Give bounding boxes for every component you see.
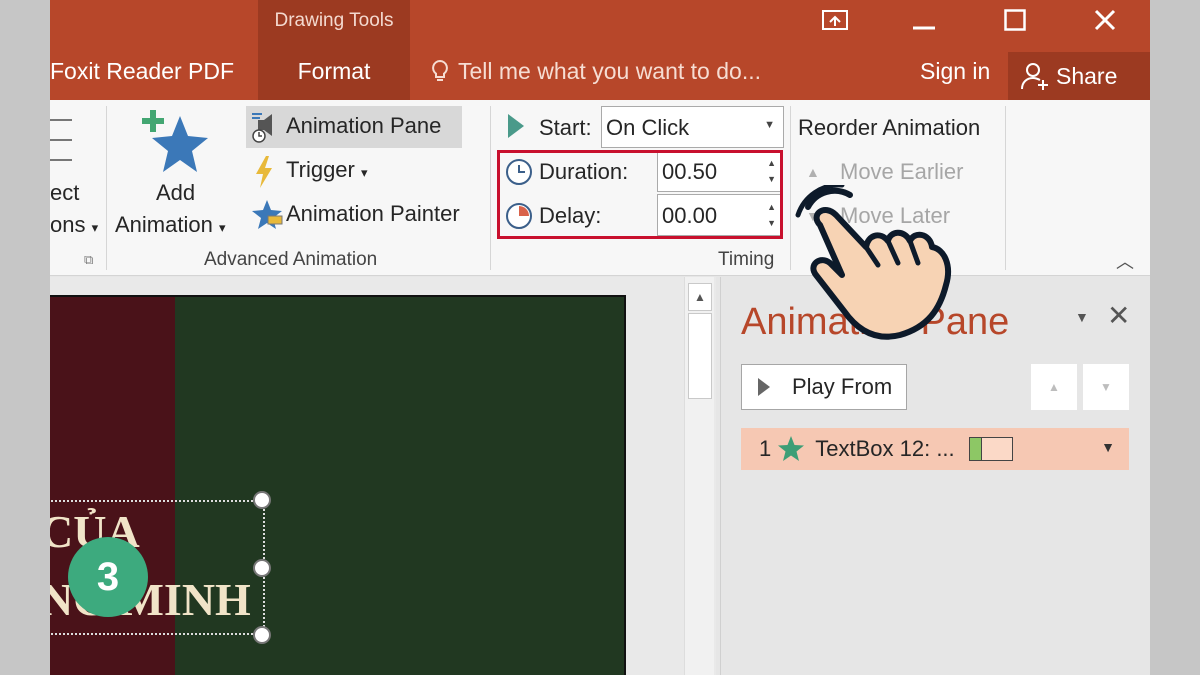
- animation-painter-icon: [252, 200, 283, 229]
- resize-handle[interactable]: [253, 559, 271, 577]
- ribbon: ect ons ▾ ⧉ Add Animation ▾ Animation Pa…: [50, 100, 1150, 276]
- play-from-button[interactable]: Play From: [741, 364, 907, 410]
- chevron-down-icon: ▼: [764, 119, 775, 131]
- animation-painter-button[interactable]: Animation Painter: [246, 194, 486, 236]
- tab-foxit-reader-pdf[interactable]: Foxit Reader PDF: [50, 58, 234, 85]
- timing-bar[interactable]: [968, 437, 1013, 461]
- pane-close-icon[interactable]: ✕: [1107, 299, 1130, 332]
- effect-options-label: ons: [50, 212, 86, 237]
- trigger-button[interactable]: Trigger ▾: [246, 150, 386, 192]
- play-from-label: Play From: [792, 374, 893, 399]
- resize-handle[interactable]: [253, 626, 271, 644]
- dialog-launcher-icon[interactable]: ⧉: [84, 252, 93, 268]
- animation-pane-button[interactable]: Animation Pane: [246, 106, 462, 148]
- group-separator: [1005, 106, 1006, 270]
- close-icon: [1094, 9, 1116, 31]
- start-label: Start:: [539, 115, 592, 140]
- trigger-text: Trigger: [286, 157, 355, 182]
- start-select[interactable]: On Click ▼: [601, 106, 784, 148]
- share-person-icon: [1021, 63, 1048, 90]
- reorder-animation-title: Reorder Animation: [798, 115, 981, 140]
- lightbulb-icon: [432, 59, 448, 81]
- share-button[interactable]: Share: [1008, 52, 1150, 100]
- powerpoint-window: Drawing Tools Foxit Reader PDF Format Te…: [50, 0, 1150, 675]
- tab-format[interactable]: Format: [258, 58, 410, 85]
- arrow-up-icon: ▲: [694, 290, 706, 304]
- tell-me-search[interactable]: Tell me what you want to do...: [430, 58, 761, 85]
- pane-options-icon[interactable]: ▼: [1075, 309, 1089, 325]
- scroll-up-button[interactable]: ▲: [688, 283, 712, 311]
- effect-options-line2[interactable]: ons ▾: [50, 212, 98, 238]
- maximize-icon: [1004, 9, 1026, 31]
- item-number: 1: [759, 436, 772, 461]
- ribbon-display-icon: [822, 10, 848, 30]
- timing-bar-fill: [969, 438, 983, 460]
- add-animation-button[interactable]: Add Animation ▾: [114, 106, 244, 246]
- group-separator: [490, 106, 491, 270]
- vertical-scrollbar[interactable]: ▲: [684, 277, 714, 675]
- animation-list-item[interactable]: 1 TextBox 12: ... ▼: [741, 428, 1129, 470]
- item-dropdown-icon[interactable]: ▼: [1101, 439, 1115, 455]
- move-down-button[interactable]: ▼: [1083, 364, 1129, 410]
- advanced-animation-group-label: Advanced Animation: [204, 249, 378, 270]
- step-badge: 3: [68, 537, 148, 617]
- slide-canvas[interactable]: CỦA NG MINH 3: [50, 295, 626, 675]
- maximize-button[interactable]: [995, 4, 1035, 36]
- arrow-down-icon: ▼: [1100, 380, 1112, 394]
- add-star-icon: [142, 110, 208, 172]
- add-animation-line1: Add: [156, 180, 196, 205]
- sign-in-link[interactable]: Sign in: [920, 58, 990, 85]
- group-separator: [106, 106, 107, 270]
- title-bar: Drawing Tools Foxit Reader PDF Format Te…: [50, 0, 1150, 100]
- arrow-up-icon: ▲: [1048, 380, 1060, 394]
- chevron-down-icon: ▾: [218, 220, 226, 235]
- move-earlier-icon: ▲: [806, 164, 820, 180]
- ribbon-display-options-button[interactable]: [815, 4, 855, 36]
- play-triangle-icon: [508, 114, 524, 138]
- share-label: Share: [1056, 62, 1118, 89]
- effect-options-line1[interactable]: ect: [50, 180, 79, 206]
- animation-painter-label: Animation Painter: [286, 201, 460, 226]
- highlight-box: [497, 150, 783, 239]
- move-up-button[interactable]: ▲: [1031, 364, 1077, 410]
- add-animation-line2: Animation ▾: [115, 212, 226, 238]
- add-animation-label: Animation: [115, 212, 213, 237]
- lightning-icon: [256, 156, 272, 188]
- chevron-down-icon: ▾: [91, 220, 99, 235]
- close-window-button[interactable]: [1085, 4, 1125, 36]
- effect-options-icon: [50, 119, 72, 161]
- resize-handle[interactable]: [253, 491, 271, 509]
- minimize-button[interactable]: [904, 4, 944, 36]
- move-earlier-button[interactable]: Move Earlier: [840, 159, 963, 185]
- scroll-thumb[interactable]: [688, 313, 712, 399]
- animation-pane-icon: [252, 113, 272, 143]
- chevron-down-icon: ▾: [361, 165, 368, 180]
- tell-me-text: Tell me what you want to do...: [458, 58, 761, 84]
- star-icon: [778, 436, 805, 461]
- animation-pane-label: Animation Pane: [286, 113, 442, 138]
- start-select-value: On Click: [606, 115, 690, 140]
- item-label: TextBox 12: ...: [815, 436, 955, 461]
- pointing-hand-icon: [795, 185, 952, 340]
- trigger-label: Trigger ▾: [286, 157, 368, 183]
- play-icon: [758, 378, 770, 396]
- minimize-icon: [913, 26, 935, 30]
- slide-editing-area: CỦA NG MINH 3: [50, 277, 716, 675]
- collapse-ribbon-icon[interactable]: ︿: [1116, 248, 1134, 274]
- timing-group-label: Timing: [718, 249, 775, 270]
- contextual-group-label: Drawing Tools: [274, 10, 394, 31]
